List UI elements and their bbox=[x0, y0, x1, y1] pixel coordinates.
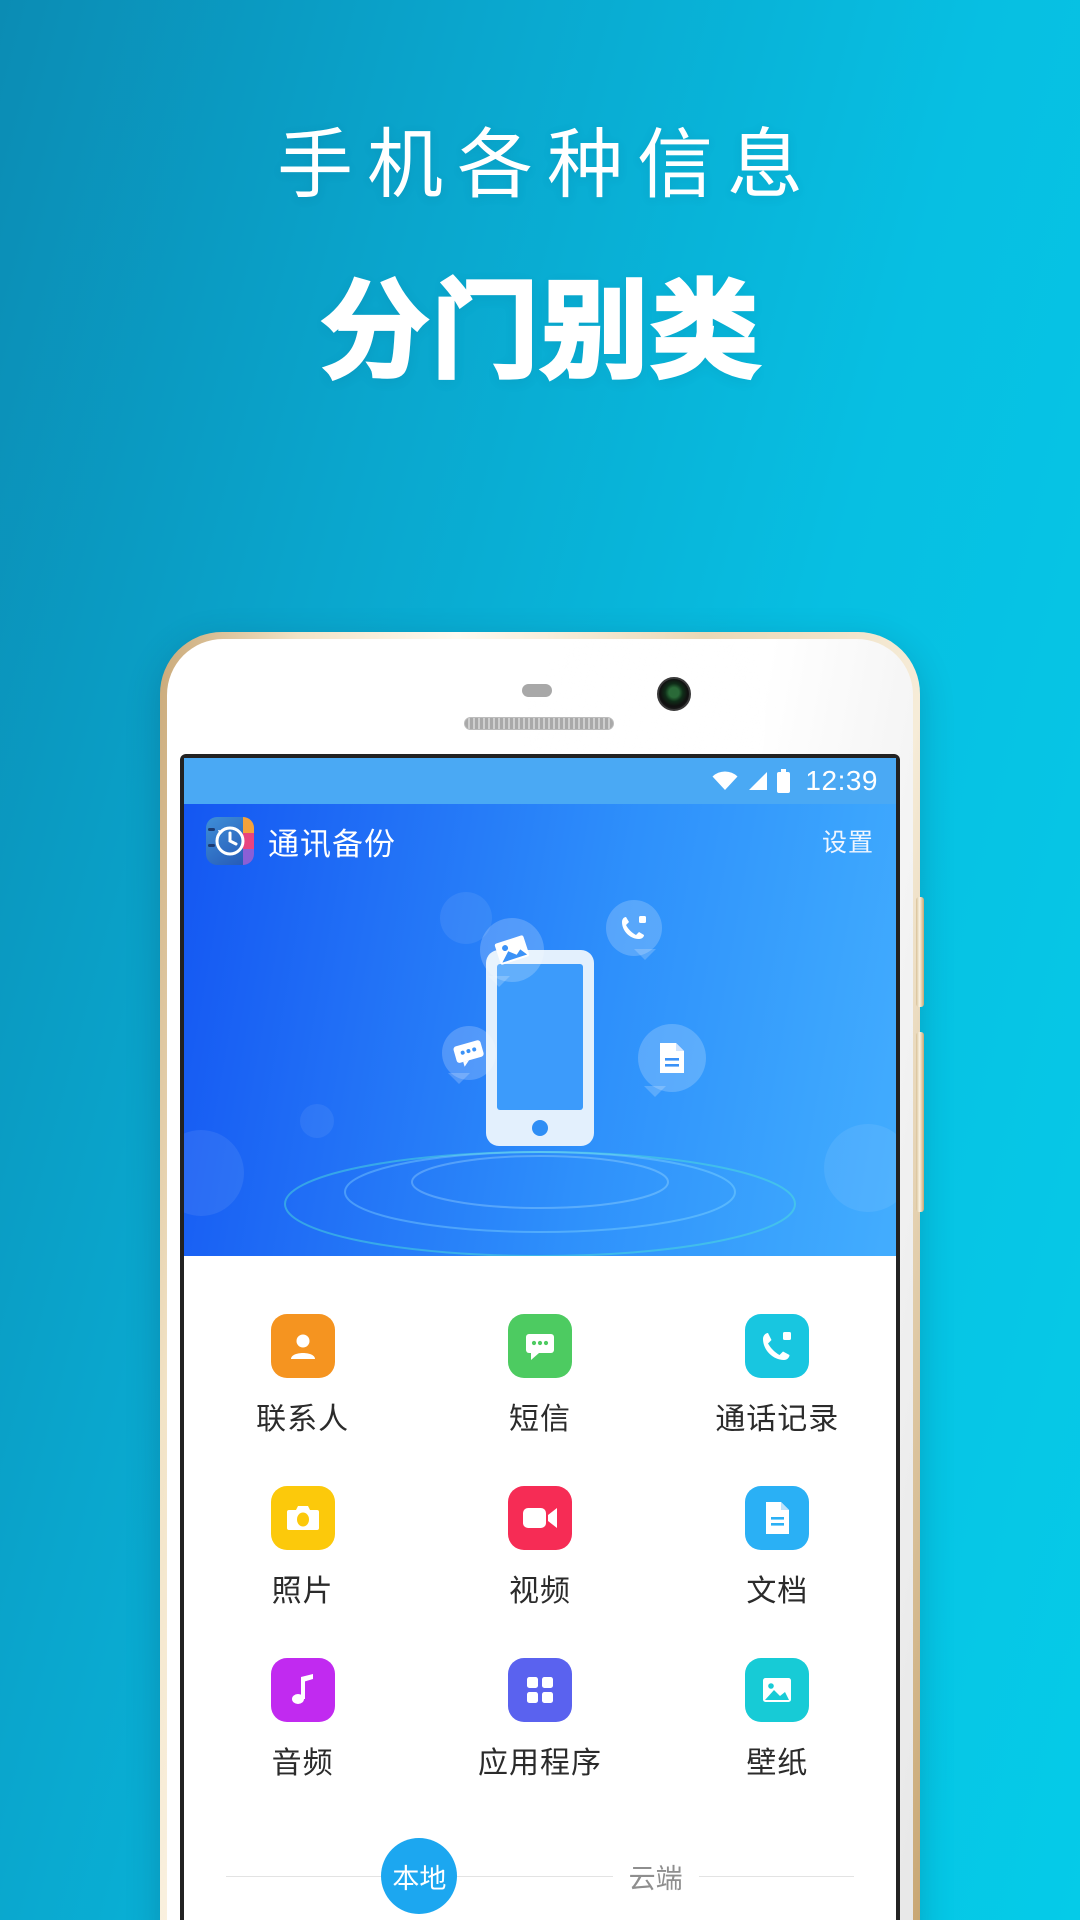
message-bubble-icon bbox=[442, 1026, 496, 1084]
app-logo-icon bbox=[206, 817, 254, 865]
grid-item-wallpaper[interactable]: 壁纸 bbox=[659, 1636, 896, 1808]
document-bubble-icon bbox=[638, 1024, 706, 1097]
phone-mockup: 12:39 通讯备份 设置 联系人 短信 通话记录 照片 视频 文档 音频 应用… bbox=[160, 632, 924, 1920]
document-icon bbox=[745, 1486, 810, 1550]
ripple-rings bbox=[284, 1151, 796, 1256]
promo-background: 手机各种信息 分门别类 12:39 通讯备份 设置 联系人 短信 通话记录 照片… bbox=[0, 0, 1080, 1920]
grid-item-label: 短信 bbox=[508, 1403, 571, 1436]
grid-item-label: 照片 bbox=[271, 1575, 334, 1608]
grid-item-label: 联系人 bbox=[256, 1403, 350, 1436]
tab-local[interactable]: 本地 bbox=[381, 1838, 458, 1914]
grid-item-label: 壁纸 bbox=[746, 1747, 809, 1780]
wifi-icon bbox=[712, 771, 738, 791]
front-camera-icon bbox=[657, 677, 691, 711]
grid-item-audio[interactable]: 音频 bbox=[184, 1636, 421, 1808]
hero-banner: 通讯备份 设置 bbox=[184, 804, 896, 1256]
switch-divider bbox=[457, 1875, 613, 1877]
power-button[interactable] bbox=[916, 1032, 924, 1212]
grid-item-contacts[interactable]: 联系人 bbox=[184, 1292, 421, 1464]
grid-row: 照片 视频 文档 bbox=[184, 1464, 896, 1636]
headline-line-2: 分门别类 bbox=[320, 274, 763, 390]
image-bubble-icon bbox=[480, 918, 544, 987]
grid-item-document[interactable]: 文档 bbox=[659, 1464, 896, 1636]
photos-icon bbox=[270, 1486, 335, 1550]
grid-item-label: 通话记录 bbox=[715, 1403, 840, 1436]
status-bar-clock: 12:39 bbox=[805, 765, 878, 796]
audio-icon bbox=[270, 1658, 335, 1722]
headline-line-1: 手机各种信息 bbox=[277, 123, 817, 208]
grid-item-label: 文档 bbox=[746, 1575, 809, 1608]
grid-item-call-log[interactable]: 通话记录 bbox=[659, 1292, 896, 1464]
apps-icon bbox=[507, 1658, 572, 1722]
settings-button[interactable]: 设置 bbox=[822, 823, 874, 859]
phone-illustration-home-button bbox=[532, 1120, 548, 1136]
sms-icon bbox=[507, 1314, 572, 1378]
contacts-icon bbox=[270, 1314, 335, 1378]
signal-icon bbox=[746, 771, 768, 791]
app-bar: 通讯备份 设置 bbox=[184, 804, 896, 878]
volume-button[interactable] bbox=[916, 897, 924, 1007]
grid-item-label: 音频 bbox=[271, 1747, 334, 1780]
grid-item-sms[interactable]: 短信 bbox=[421, 1292, 658, 1464]
grid-item-apps[interactable]: 应用程序 bbox=[421, 1636, 658, 1808]
switch-divider bbox=[226, 1875, 382, 1877]
call-bubble-icon bbox=[606, 900, 662, 960]
wallpaper-icon bbox=[745, 1658, 810, 1722]
grid-row: 音频 应用程序 壁纸 bbox=[184, 1636, 896, 1808]
hero-illustration bbox=[184, 878, 896, 1256]
app-logo-rings bbox=[208, 828, 215, 854]
switch-divider bbox=[698, 1875, 854, 1877]
grid-row: 联系人 短信 通话记录 bbox=[184, 1292, 896, 1464]
grid-item-photos[interactable]: 照片 bbox=[184, 1464, 421, 1636]
battery-icon bbox=[776, 769, 791, 793]
phone-screen: 12:39 通讯备份 设置 联系人 短信 通话记录 照片 视频 文档 音频 应用… bbox=[184, 758, 896, 1920]
video-icon bbox=[507, 1486, 572, 1550]
storage-switch-bar: 本地 云端 bbox=[184, 1810, 896, 1920]
grid-item-label: 视频 bbox=[508, 1575, 571, 1608]
proximity-sensor-icon bbox=[522, 684, 552, 697]
tab-cloud[interactable]: 云端 bbox=[613, 1857, 699, 1896]
grid-item-label: 应用程序 bbox=[477, 1747, 602, 1780]
grid-item-video[interactable]: 视频 bbox=[421, 1464, 658, 1636]
earpiece-speaker-icon bbox=[464, 717, 614, 730]
app-title: 通讯备份 bbox=[268, 826, 396, 862]
category-grid: 联系人 短信 通话记录 照片 视频 文档 音频 应用程序 壁纸 bbox=[184, 1256, 896, 1808]
screen-bezel: 12:39 通讯备份 设置 联系人 短信 通话记录 照片 视频 文档 音频 应用… bbox=[180, 754, 900, 1920]
promo-headline: 手机各种信息 分门别类 bbox=[0, 123, 1080, 390]
status-bar: 12:39 bbox=[184, 758, 896, 804]
call-log-icon bbox=[745, 1314, 810, 1378]
